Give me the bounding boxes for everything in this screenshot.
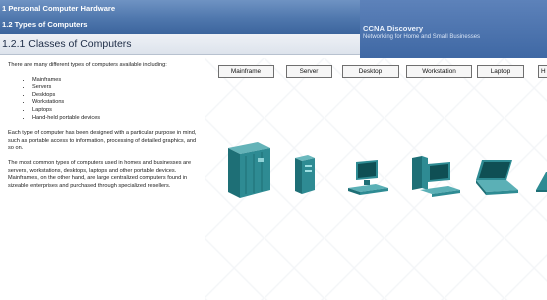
- desktop-icon[interactable]: [346, 158, 392, 198]
- list-item: Hand-held portable devices: [32, 115, 203, 123]
- common-types-paragraph: The most common types of computers used …: [8, 159, 192, 189]
- tab-workstation[interactable]: Workstation: [406, 65, 472, 78]
- section-title: 1.2 Types of Computers: [2, 20, 88, 29]
- tab-mainframe[interactable]: Mainframe: [218, 65, 274, 78]
- list-item: Mainframes: [32, 77, 203, 85]
- list-item: Desktops: [32, 92, 203, 100]
- mainframe-icon[interactable]: [222, 138, 274, 200]
- brand-subtitle: Networking for Home and Small Businesses: [363, 34, 481, 40]
- computer-types-list: Mainframes Servers Desktops Workstations…: [8, 77, 203, 123]
- brand-title: CCNA Discovery: [363, 24, 424, 33]
- list-item: Workstations: [32, 99, 203, 107]
- chapter-title: 1 Personal Computer Hardware: [2, 4, 116, 13]
- intro-paragraph: There are many different types of comput…: [8, 62, 167, 68]
- tab-laptop[interactable]: Laptop: [477, 65, 524, 78]
- tab-server[interactable]: Server: [286, 65, 332, 78]
- page-title: 1.2.1 Classes of Computers: [2, 38, 132, 50]
- tab-desktop[interactable]: Desktop: [342, 65, 399, 78]
- content-text: There are many different types of comput…: [8, 62, 203, 197]
- page-title-bar: 1.2.1 Classes of Computers: [0, 34, 360, 55]
- list-item: Servers: [32, 84, 203, 92]
- brand-panel: CCNA Discovery Networking for Home and S…: [360, 0, 547, 58]
- tab-handheld[interactable]: H: [538, 65, 547, 78]
- handheld-icon[interactable]: [536, 172, 547, 192]
- list-item: Laptops: [32, 107, 203, 115]
- course-header: 1 Personal Computer Hardware 1.2 Types o…: [0, 0, 547, 58]
- server-icon[interactable]: [292, 152, 318, 196]
- laptop-icon[interactable]: [472, 158, 520, 198]
- purpose-paragraph: Each type of computer has been designed …: [8, 130, 197, 152]
- workstation-icon[interactable]: [410, 152, 462, 198]
